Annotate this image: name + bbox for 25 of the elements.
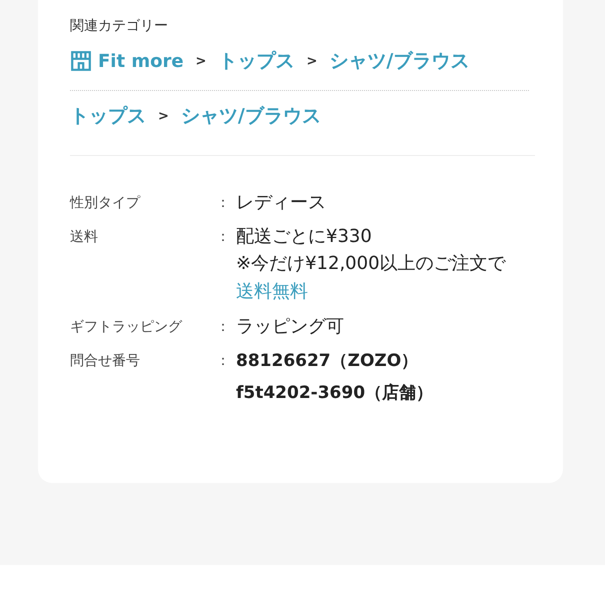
colon: ： — [216, 194, 231, 213]
spec-label: ギフトラッピング — [70, 318, 184, 337]
section-label: 関連カテゴリー — [70, 17, 169, 36]
spec-label: 送料 — [70, 228, 99, 247]
store-icon — [70, 50, 92, 72]
category-link[interactable]: トップス — [70, 103, 146, 129]
reference-number: 88126627（ZOZO） — [236, 350, 420, 373]
shop-link[interactable]: Fit more — [70, 50, 184, 72]
spec-value: レディース — [236, 191, 326, 215]
free-shipping-link[interactable]: 送料無料 — [236, 278, 506, 306]
spec-value: ※今だけ¥12,000以上のご注文で — [236, 252, 506, 276]
breadcrumb-separator: > — [158, 108, 169, 124]
category-link[interactable]: シャツ/ブラウス — [329, 48, 470, 74]
spec-value: ラッピング可 — [236, 315, 344, 339]
colon: ： — [216, 352, 231, 371]
colon: ： — [216, 318, 231, 337]
breadcrumb-separator: > — [196, 54, 206, 68]
spec-value: 配送ごとに¥330 — [236, 225, 373, 249]
colon: ： — [216, 228, 231, 247]
spec-label: 性別タイプ — [70, 194, 142, 213]
reference-number: f5t4202-3690（店舗） — [236, 382, 434, 405]
category-link[interactable]: トップス — [218, 48, 294, 74]
breadcrumb-separator: > — [306, 54, 318, 68]
category-link[interactable]: シャツ/ブラウス — [180, 103, 321, 129]
spec-label: 問合せ番号 — [70, 352, 141, 371]
